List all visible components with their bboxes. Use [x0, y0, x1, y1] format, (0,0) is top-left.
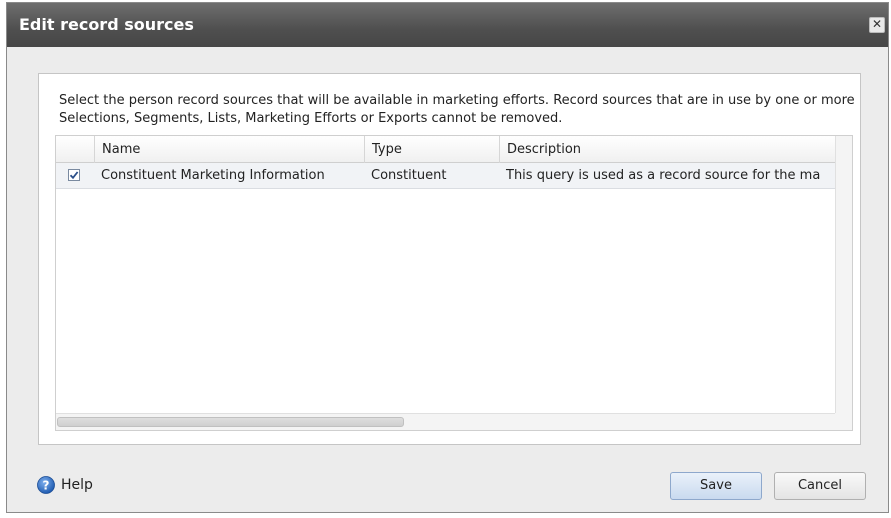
- help-icon[interactable]: ?: [37, 476, 55, 494]
- row-description-cell: This query is used as a record source fo…: [506, 168, 821, 183]
- record-sources-grid: Name Type Description Constituent Market…: [55, 135, 853, 431]
- column-header-name[interactable]: Name: [94, 136, 364, 163]
- row-select-cell: [56, 163, 94, 188]
- content-panel: Select the person record sources that wi…: [38, 73, 861, 445]
- dialog-title: Edit record sources: [19, 15, 194, 34]
- svg-text:?: ?: [43, 478, 50, 492]
- instructions-text: Select the person record sources that wi…: [59, 93, 855, 126]
- column-header-select: [56, 136, 94, 163]
- table-row[interactable]: Constituent Marketing Information Consti…: [56, 163, 836, 189]
- horizontal-scrollbar-thumb[interactable]: [57, 417, 404, 427]
- row-type-cell: Constituent: [371, 168, 447, 183]
- column-header-description[interactable]: Description: [499, 136, 836, 163]
- grid-header: Name Type Description: [56, 136, 836, 163]
- checkbox-checked-icon[interactable]: [68, 169, 80, 181]
- save-button[interactable]: Save: [670, 472, 762, 500]
- horizontal-scrollbar[interactable]: [56, 413, 837, 430]
- close-icon[interactable]: ✕: [869, 17, 885, 33]
- cancel-button[interactable]: Cancel: [774, 472, 866, 500]
- scrollbar-corner: [835, 413, 852, 430]
- row-name-cell: Constituent Marketing Information: [101, 168, 325, 183]
- column-header-type[interactable]: Type: [364, 136, 499, 163]
- help-label[interactable]: Help: [61, 475, 93, 495]
- dialog-titlebar[interactable]: Edit record sources ✕: [7, 3, 888, 47]
- edit-record-sources-dialog: Edit record sources ✕ Select the person …: [6, 2, 889, 513]
- vertical-scrollbar[interactable]: [835, 136, 852, 414]
